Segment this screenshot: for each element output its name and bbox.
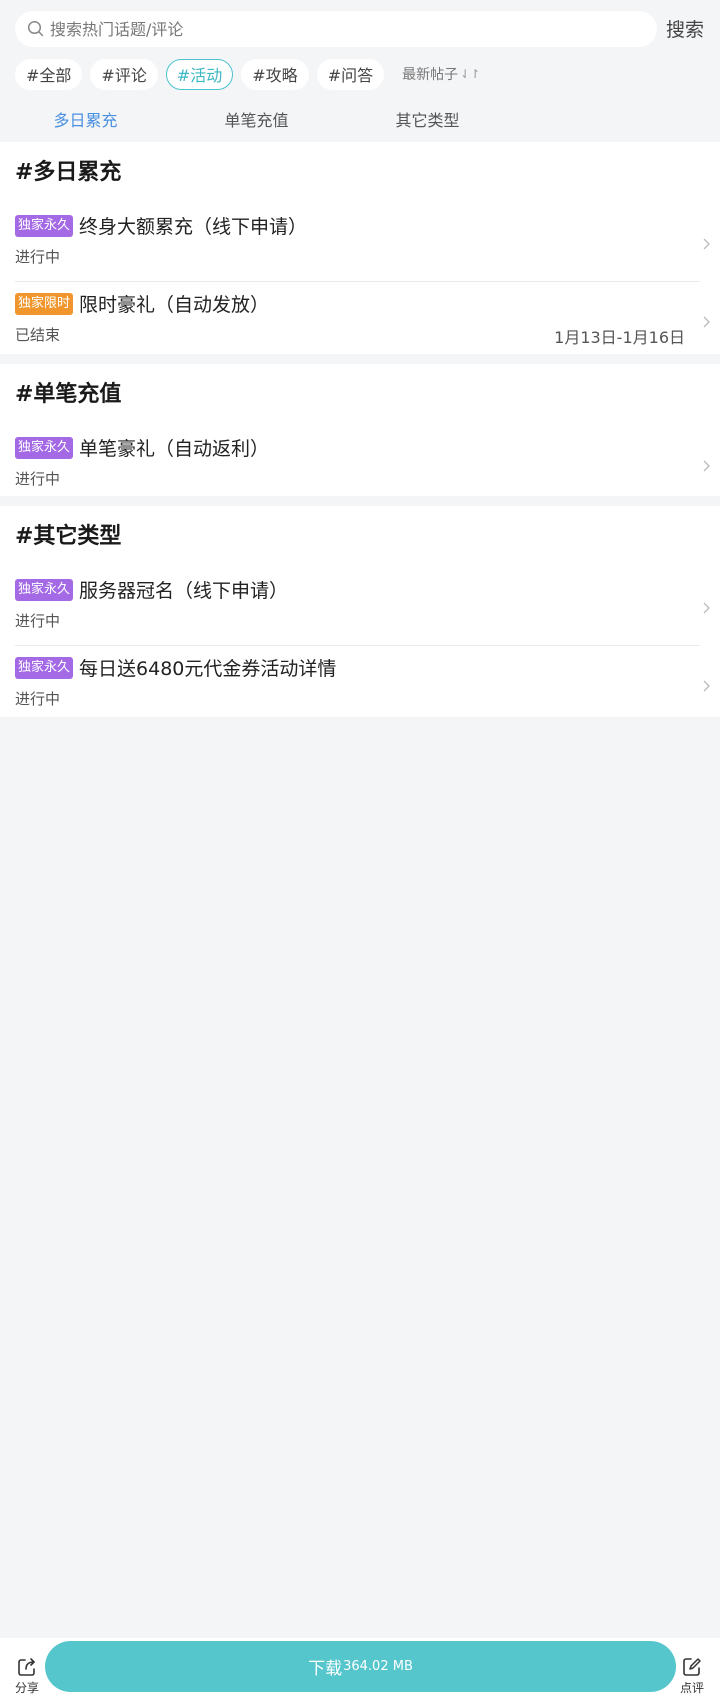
item-status: 进行中 <box>15 470 61 488</box>
chevron-right-icon <box>703 602 710 614</box>
item-title: 单笔豪礼（自动返利） <box>79 438 270 460</box>
item-title: 终身大额累充（线下申请） <box>79 216 308 238</box>
filter-chips: #全部 #评论 #活动 #攻略 #问答 最新帖子 ⇃↾ <box>15 58 480 90</box>
chevron-right-icon <box>703 460 710 472</box>
item-title: 服务器冠名（线下申请） <box>79 580 289 602</box>
sort-arrows-icon: ⇃↾ <box>460 67 481 81</box>
item-status: 进行中 <box>15 248 61 266</box>
share-icon <box>18 1658 35 1676</box>
section-other-types: #其它类型 独家永久 服务器冠名（线下申请） 进行中 独家永久 每日送6480元… <box>0 506 720 717</box>
item-date-range: 1月13日-1月16日 <box>554 328 685 347</box>
section-title: #多日累充 <box>15 160 122 185</box>
share-label: 分享 <box>14 1681 39 1695</box>
sort-toggle[interactable]: 最新帖子 ⇃↾ <box>402 64 480 84</box>
chip-guides[interactable]: #攻略 <box>241 58 309 90</box>
search-box[interactable] <box>15 11 657 47</box>
section-single-recharge: #单笔充值 独家永久 单笔豪礼（自动返利） 进行中 <box>0 364 720 496</box>
item-status: 进行中 <box>15 690 61 708</box>
chevron-right-icon <box>703 238 710 250</box>
badge-exclusive-limited: 独家限时 <box>15 292 74 315</box>
download-size: 364.02 MB <box>343 1659 413 1674</box>
list-item[interactable]: 独家永久 每日送6480元代金券活动详情 进行中 <box>15 646 710 724</box>
section-multi-day: #多日累充 独家永久 终身大额累充（线下申请） 进行中 独家限时 限时豪礼（自动… <box>0 142 720 354</box>
chip-events[interactable]: #活动 <box>165 58 234 90</box>
download-button[interactable]: 下载 364.02 MB <box>45 1641 676 1692</box>
item-status: 进行中 <box>15 612 61 630</box>
chevron-right-icon <box>703 316 710 328</box>
chevron-right-icon <box>703 680 710 692</box>
list-item[interactable]: 独家永久 终身大额累充（线下申请） 进行中 <box>15 204 710 282</box>
search-icon <box>27 20 44 37</box>
edit-review-icon <box>683 1658 701 1676</box>
share-button[interactable]: 分享 <box>9 1656 45 1696</box>
category-tabs: 多日累充 单笔充值 其它类型 <box>0 104 720 138</box>
chip-all[interactable]: #全部 <box>15 58 83 90</box>
search-button[interactable]: 搜索 <box>666 15 704 42</box>
tab-multi-day[interactable]: 多日累充 <box>0 104 171 138</box>
chip-qa[interactable]: #问答 <box>316 58 385 90</box>
tab-single-recharge[interactable]: 单笔充值 <box>171 104 342 138</box>
download-label: 下载 <box>308 1659 343 1679</box>
badge-exclusive-permanent: 独家永久 <box>15 656 74 679</box>
search-input[interactable] <box>50 19 610 39</box>
badge-exclusive-permanent: 独家永久 <box>15 436 74 459</box>
tab-other-types[interactable]: 其它类型 <box>342 104 513 138</box>
badge-exclusive-permanent: 独家永久 <box>15 578 74 601</box>
list-item[interactable]: 独家限时 限时豪礼（自动发放） 已结束 1月13日-1月16日 <box>15 282 710 360</box>
bottom-action-bar: 分享 下载 364.02 MB 点评 <box>0 1638 720 1701</box>
section-title: #单笔充值 <box>15 382 122 407</box>
review-button[interactable]: 点评 <box>674 1656 710 1696</box>
sort-label: 最新帖子 <box>402 67 459 83</box>
item-title: 每日送6480元代金券活动详情 <box>79 658 337 680</box>
chip-comments[interactable]: #评论 <box>90 58 158 90</box>
search-row: 搜索 <box>0 0 720 58</box>
item-status: 已结束 <box>15 326 61 344</box>
item-title: 限时豪礼（自动发放） <box>79 294 270 316</box>
section-title: #其它类型 <box>15 524 122 549</box>
list-item[interactable]: 独家永久 单笔豪礼（自动返利） 进行中 <box>15 426 710 504</box>
review-label: 点评 <box>679 1681 704 1695</box>
list-item[interactable]: 独家永久 服务器冠名（线下申请） 进行中 <box>15 568 710 646</box>
badge-exclusive-permanent: 独家永久 <box>15 214 74 237</box>
